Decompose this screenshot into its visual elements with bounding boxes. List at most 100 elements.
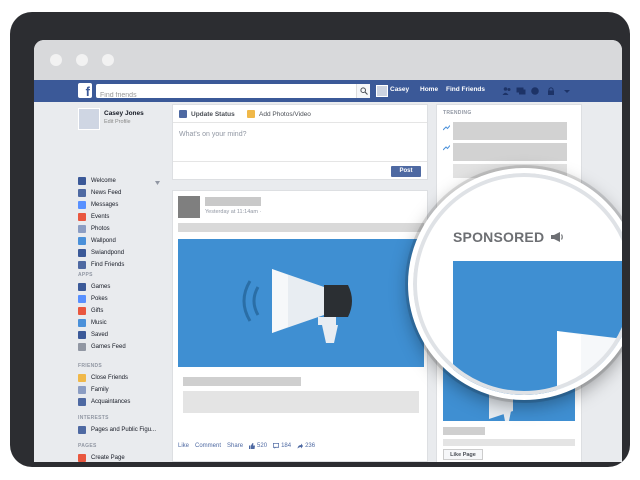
- sidebar-item-apps[interactable]: Games Feed: [78, 342, 126, 352]
- sidebar-item-apps[interactable]: Saved: [78, 330, 108, 340]
- sidebar-item-label: Wallpond: [91, 238, 116, 244]
- sidebar-item-label: Welcome: [91, 178, 116, 184]
- sidebar-item-apps[interactable]: Games: [78, 282, 110, 292]
- sidebar-item-label: Events: [91, 214, 110, 220]
- sidebar-item-label: Games Feed: [91, 344, 126, 350]
- sidebar-item-pages[interactable]: Create Page: [78, 453, 125, 462]
- comment-icon: [273, 443, 280, 449]
- window-minimize-dot[interactable]: [76, 54, 88, 66]
- browser-chrome: [34, 40, 622, 80]
- sidebar-item-main[interactable]: Swiandpond: [78, 248, 124, 258]
- notifications-globe-icon[interactable]: [530, 86, 540, 96]
- sidebar-item-icon: [78, 426, 86, 434]
- topbar-find-friends-link[interactable]: Find Friends: [446, 86, 485, 93]
- sidebar-item-main[interactable]: Find Friends: [78, 260, 124, 270]
- magnified-ad-image[interactable]: [453, 261, 622, 395]
- sidebar-item-icon: [78, 225, 86, 233]
- search-button[interactable]: [356, 84, 370, 98]
- sidebar-item-icon: [78, 201, 86, 209]
- share-link[interactable]: Share: [227, 443, 243, 449]
- facebook-logo-icon[interactable]: f: [78, 83, 92, 98]
- post-author-avatar[interactable]: [178, 196, 200, 218]
- sidebar-item-friends[interactable]: Family: [78, 385, 109, 395]
- sidebar-item-label: Create Page: [91, 455, 125, 461]
- sidebar-item-main[interactable]: Events: [78, 212, 109, 222]
- sidebar-item-label: Close Friends: [91, 375, 129, 381]
- sidebar-item-icon: [78, 189, 86, 197]
- profile-avatar[interactable]: [78, 108, 100, 130]
- magnified-sponsored-area: SPONSORED: [413, 173, 622, 395]
- ad-text-placeholder: [443, 439, 575, 446]
- trending-arrow-icon: [443, 145, 450, 151]
- update-status-label: Update Status: [191, 110, 235, 118]
- shares-count[interactable]: 236: [305, 443, 315, 449]
- window-close-dot[interactable]: [50, 54, 62, 66]
- trending-item-placeholder[interactable]: [453, 143, 567, 161]
- sidebar-item-main[interactable]: Welcome: [78, 176, 116, 186]
- magnifier-lens: SPONSORED: [408, 168, 622, 400]
- sidebar-item-label: Pages and Public Figu...: [91, 427, 157, 433]
- topbar-user-link[interactable]: Casey: [390, 86, 409, 93]
- sidebar-item-friends[interactable]: Acquaintances: [78, 397, 130, 407]
- comments-count[interactable]: 184: [281, 443, 291, 449]
- composer-divider: [173, 122, 427, 123]
- sidebar-item-label: News Feed: [91, 190, 122, 196]
- sidebar-item-apps[interactable]: Music: [78, 318, 107, 328]
- sidebar-item-main[interactable]: News Feed: [78, 188, 121, 198]
- sponsored-label: SPONSORED: [453, 229, 564, 245]
- sidebar-item-icon: [78, 454, 86, 462]
- topbar-home-link[interactable]: Home: [420, 86, 438, 93]
- sidebar-item-apps[interactable]: Pokes: [78, 294, 108, 304]
- sidebar-item-icon: [78, 295, 86, 303]
- likes-count[interactable]: 520: [257, 443, 267, 449]
- megaphone-icon: [242, 269, 352, 343]
- sidebar-item-icon: [78, 261, 86, 269]
- megaphone-icon: [551, 232, 564, 242]
- sidebar-item-label: Pokes: [91, 296, 108, 302]
- thumbs-up-icon: [249, 443, 256, 449]
- megaphone-icon: [557, 331, 622, 393]
- like-page-button[interactable]: Like Page: [443, 449, 483, 460]
- update-status-tab[interactable]: Update Status: [179, 110, 235, 118]
- search-input[interactable]: [96, 88, 346, 103]
- privacy-lock-icon[interactable]: [546, 86, 556, 96]
- sidebar-item-icon: [78, 177, 86, 185]
- like-link[interactable]: Like: [178, 443, 189, 449]
- sponsored-text: SPONSORED: [453, 229, 545, 245]
- friend-requests-icon[interactable]: [502, 86, 512, 96]
- trending-heading: TRENDING: [443, 110, 472, 116]
- news-feed-options-icon[interactable]: [155, 181, 160, 185]
- sidebar-item-main[interactable]: Messages: [78, 200, 118, 210]
- status-composer: Update Status Add Photos/Video What's on…: [172, 104, 428, 180]
- messages-icon[interactable]: [516, 86, 526, 96]
- sidebar-item-icon: [78, 374, 86, 382]
- window-maximize-dot[interactable]: [102, 54, 114, 66]
- sidebar-item-main[interactable]: Wallpond: [78, 236, 116, 246]
- sidebar-item-friends[interactable]: Close Friends: [78, 373, 128, 383]
- pages-heading: PAGES: [78, 443, 97, 449]
- friends-heading: FRIENDS: [78, 363, 103, 369]
- ad-image[interactable]: [178, 239, 424, 367]
- status-input[interactable]: What's on your mind?: [179, 131, 246, 138]
- add-photo-tab[interactable]: Add Photos/Video: [247, 110, 311, 118]
- sidebar-item-icon: [78, 237, 86, 245]
- sidebar-item-icon: [78, 283, 86, 291]
- profile-name[interactable]: Casey Jones: [104, 110, 144, 117]
- post-timestamp[interactable]: Yesterday at 11:14am ·: [205, 209, 261, 215]
- sidebar-item-main[interactable]: Photos: [78, 224, 110, 234]
- sidebar-item-label: Messages: [91, 202, 119, 208]
- sidebar-item-label: Saved: [91, 332, 109, 338]
- edit-profile-link[interactable]: Edit Profile: [104, 119, 131, 125]
- trending-item-placeholder[interactable]: [453, 122, 567, 140]
- comment-link[interactable]: Comment: [195, 443, 221, 449]
- sidebar-item-apps[interactable]: Gifts: [78, 306, 103, 316]
- sidebar-item-interests[interactable]: Pages and Public Figu...: [78, 425, 156, 435]
- post-author-name-placeholder[interactable]: [205, 197, 261, 206]
- sidebar-item-icon: [78, 343, 86, 351]
- post-actions: Like Comment Share 520 184 236: [178, 443, 321, 449]
- topbar-avatar[interactable]: [376, 85, 388, 97]
- post-text-placeholder: [178, 223, 424, 232]
- settings-dropdown-icon[interactable]: [562, 86, 572, 96]
- interests-heading: INTERESTS: [78, 415, 109, 421]
- apps-heading: APPS: [78, 272, 93, 278]
